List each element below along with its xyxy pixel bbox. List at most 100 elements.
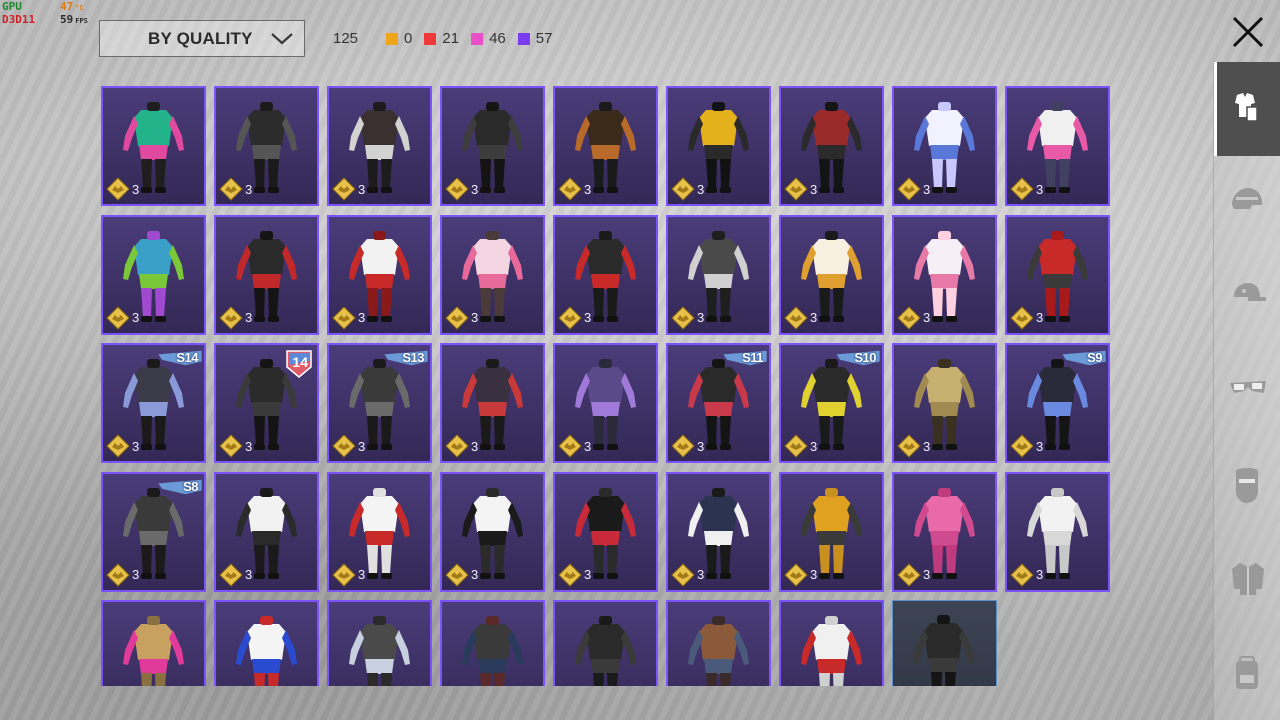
item-quantity-value: 3 — [923, 438, 931, 454]
outfit-card[interactable]: 3 — [553, 471, 658, 592]
outfit-card[interactable]: 3 — [553, 600, 658, 686]
outfit-card[interactable]: 3 — [779, 214, 884, 335]
item-quantity: 3 — [219, 177, 252, 201]
season-badge-label: S14 — [176, 350, 198, 365]
outfit-card[interactable]: 3 — [1005, 86, 1110, 206]
chevron-down-icon — [271, 33, 293, 45]
quality-count: 46 — [471, 30, 506, 47]
quality-count-list: 0 21 46 57 — [386, 30, 564, 47]
outfit-card[interactable]: 3 — [440, 86, 545, 206]
outfit-card[interactable]: 1 — [892, 600, 997, 686]
outfit-card[interactable]: 3 — [666, 86, 771, 206]
category-tab-cap[interactable] — [1214, 250, 1280, 344]
outfit-card[interactable]: S14 3 — [101, 343, 206, 463]
item-quantity-value: 3 — [245, 567, 253, 582]
outfit-card[interactable]: S9 3 — [1005, 343, 1110, 463]
outfit-card[interactable]: 3 — [327, 471, 432, 592]
outfit-card[interactable]: 3 — [440, 343, 545, 463]
outfit-card[interactable]: 3 — [327, 214, 432, 335]
outfit-card[interactable]: 3 — [666, 471, 771, 592]
outfit-card[interactable]: S10 3 — [779, 343, 884, 463]
item-quantity-value: 3 — [697, 438, 705, 454]
outfit-card[interactable]: 3 — [779, 471, 884, 592]
quality-swatch — [471, 32, 484, 45]
premium-coin-icon — [445, 562, 469, 587]
outfit-card[interactable]: 3 — [892, 343, 997, 463]
item-quantity: 3 — [558, 562, 591, 587]
item-quantity: 3 — [332, 562, 366, 587]
item-quantity-value: 3 — [132, 567, 140, 582]
item-quantity: 3 — [445, 177, 478, 201]
outfit-card[interactable]: 3 — [214, 214, 319, 335]
backpack-icon — [1235, 656, 1258, 689]
outfit-card[interactable]: 3 — [214, 600, 319, 686]
item-quantity-value: 3 — [810, 567, 818, 582]
outfit-card[interactable]: 3 — [892, 471, 997, 592]
premium-coin-icon — [1010, 562, 1034, 587]
item-quantity-value: 3 — [245, 181, 253, 197]
premium-coin-icon — [784, 177, 808, 201]
category-tab-jacket[interactable] — [1214, 532, 1280, 626]
outfit-card[interactable]: 3 — [327, 600, 432, 686]
outfit-figure — [349, 616, 410, 686]
quality-swatch — [386, 32, 399, 45]
item-quantity-value: 3 — [132, 181, 140, 197]
season-badge-label: S9 — [1087, 350, 1102, 365]
premium-coin-icon — [332, 305, 356, 330]
premium-coin-icon — [1010, 305, 1034, 330]
outfit-card[interactable]: 3 — [779, 600, 884, 686]
outfit-card[interactable]: 3 — [553, 86, 658, 206]
outfit-card[interactable]: 3 — [440, 600, 545, 686]
category-tab-helmet[interactable] — [1214, 156, 1280, 250]
outfit-card[interactable]: 3 — [779, 86, 884, 206]
outfit-card[interactable]: 3 — [214, 86, 319, 206]
item-quantity-value: 3 — [471, 310, 479, 325]
outfit-card[interactable]: 3 — [1005, 214, 1110, 335]
outfit-card[interactable]: 3 — [553, 343, 658, 463]
outfit-card[interactable]: S8 3 — [101, 471, 206, 592]
season-medal-label: 14 — [292, 354, 308, 370]
outfit-card[interactable]: S11 3 — [666, 343, 771, 463]
premium-coin-icon — [671, 305, 695, 330]
glasses-icon — [1229, 381, 1266, 393]
outfit-card[interactable]: 3 — [101, 214, 206, 335]
premium-coin-icon — [106, 305, 130, 330]
category-tab-mask[interactable] — [1214, 438, 1280, 532]
outfit-card[interactable]: S13 3 — [327, 343, 432, 463]
item-quantity-value: 3 — [1036, 310, 1044, 325]
category-tab-outfit[interactable] — [1214, 62, 1280, 156]
outfit-card[interactable]: 14 3 — [214, 343, 319, 463]
outfit-figure — [123, 616, 184, 686]
category-tab-glasses[interactable] — [1214, 344, 1280, 438]
cap-icon — [1233, 283, 1266, 301]
item-quantity: 3 — [106, 305, 139, 330]
premium-coin-icon — [1010, 177, 1034, 201]
outfit-card[interactable]: 3 — [214, 471, 319, 592]
outfit-card[interactable]: 3 — [892, 86, 997, 206]
category-tab-backpack[interactable] — [1214, 626, 1280, 720]
outfit-card[interactable]: 3 — [892, 214, 997, 335]
quality-counts: 125 0 21 46 57 — [333, 30, 564, 47]
premium-coin-icon — [897, 562, 921, 587]
item-quantity-value: 3 — [584, 310, 592, 325]
sort-dropdown[interactable]: BY QUALITY — [99, 20, 305, 57]
close-button[interactable] — [1226, 10, 1270, 54]
outfit-card[interactable]: 3 — [1005, 471, 1110, 592]
outfit-card[interactable]: 3 — [666, 600, 771, 686]
item-quantity: 3 — [784, 562, 818, 587]
premium-coin-icon — [784, 434, 808, 458]
outfit-card[interactable]: 3 — [327, 86, 432, 206]
outfit-card[interactable]: 3 — [666, 214, 771, 335]
outfit-card[interactable]: 3 — [553, 214, 658, 335]
quality-count: 57 — [517, 30, 552, 47]
sort-dropdown-label: BY QUALITY — [148, 28, 253, 48]
outfit-card[interactable]: 3 — [440, 214, 545, 335]
item-quantity: 3 — [671, 177, 704, 201]
outfit-card[interactable]: 3 — [101, 86, 206, 206]
outfit-card[interactable]: 3 — [101, 600, 206, 686]
item-quantity-value: 3 — [358, 567, 366, 582]
premium-coin-icon — [332, 562, 356, 587]
premium-coin-icon — [897, 434, 921, 458]
outfit-card[interactable]: 3 — [440, 471, 545, 592]
outfit-figure — [801, 616, 862, 686]
